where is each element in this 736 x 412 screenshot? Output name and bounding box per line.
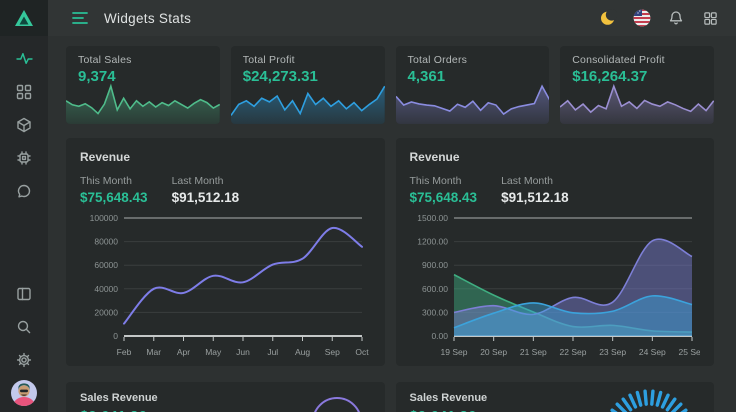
stat-title: Total Sales [78,54,208,66]
sidebar-item-packages[interactable] [0,108,48,141]
sidebar-item-dashboard[interactable] [0,75,48,108]
activity-icon [16,50,33,67]
stat-title: Total Orders [408,54,538,66]
sidebar-item-settings[interactable] [0,343,48,376]
svg-text:Jun: Jun [236,347,250,357]
sparkline-chart [231,82,385,124]
svg-text:600.00: 600.00 [422,284,448,294]
us-flag-icon [633,9,651,27]
sidebar-item-layout[interactable] [0,277,48,310]
language-selector[interactable] [632,8,652,28]
revenue-daily-card: Revenue This Month $75,648.43 Last Month… [396,138,715,366]
theme-toggle[interactable] [598,8,618,28]
stat-card-consolidated-profit: Consolidated Profit $16,264.37 [560,46,714,124]
svg-text:19 Sep: 19 Sep [440,347,467,357]
sidebar-item-messages[interactable] [0,174,48,207]
monthly-revenue-line-chart: 0 20000 40000 60000 80000 100000 Feb Mar Apr May J… [80,210,370,360]
svg-text:60000: 60000 [94,260,118,270]
app-logo[interactable] [0,0,48,36]
bell-icon [668,10,684,26]
stat-card-total-orders: Total Orders 4,361 [396,46,550,124]
revenue-monthly-card: Revenue This Month $75,648.43 Last Month… [66,138,385,366]
svg-text:40000: 40000 [94,284,118,294]
sidebar-item-activity[interactable] [0,42,48,75]
svg-text:24 Sep: 24 Sep [638,347,665,357]
notifications-button[interactable] [666,8,686,28]
sparkline-chart [66,82,220,124]
last-month-label: Last Month [172,175,240,187]
topbar-actions [598,8,720,28]
this-month-value: $75,648.43 [80,190,148,205]
svg-text:Sep: Sep [325,347,340,357]
tick-gauge-chart [594,386,704,412]
svg-text:900.00: 900.00 [422,260,448,270]
svg-text:Oct: Oct [355,347,369,357]
this-month-label: This Month [80,175,148,187]
last-month-label: Last Month [501,175,569,187]
svg-text:22 Sep: 22 Sep [559,347,586,357]
layout-panel-icon [16,286,32,302]
svg-text:Jul: Jul [267,347,278,357]
settings-gear-icon [16,352,32,368]
package-box-icon [16,117,32,133]
stat-title: Consolidated Profit [572,54,702,66]
user-avatar [11,380,37,406]
sidebar-nav-bottom [0,277,48,410]
svg-text:1500.00: 1500.00 [417,213,448,223]
apps-menu-button[interactable] [700,8,720,28]
stat-card-total-profit: Total Profit $24,273.31 [231,46,385,124]
svg-text:0.00: 0.00 [431,331,448,341]
sales-revenue-row: Sales Revenue $9,641.26 Sales Revenue $9… [66,382,714,412]
svg-text:23 Sep: 23 Sep [599,347,626,357]
revenue-stats: This Month $75,648.43 Last Month $91,512… [80,175,371,205]
sidebar-item-system[interactable] [0,141,48,174]
chat-bubble-icon [16,183,32,199]
apps-grid-icon [703,11,718,26]
svg-text:300.00: 300.00 [422,307,448,317]
cpu-chip-icon [16,150,32,166]
svg-text:Feb: Feb [117,347,132,357]
svg-text:Mar: Mar [146,347,161,357]
revenue-stats: This Month $75,648.43 Last Month $91,512… [410,175,701,205]
this-month-label: This Month [410,175,478,187]
last-month-value: $91,512.18 [172,190,240,205]
sidebar-item-search[interactable] [0,310,48,343]
menu-toggle[interactable] [72,11,90,25]
svg-text:20 Sep: 20 Sep [480,347,507,357]
svg-text:21 Sep: 21 Sep [519,347,546,357]
svg-text:1200.00: 1200.00 [417,237,448,247]
stat-card-total-sales: Total Sales 9,374 [66,46,220,124]
sidebar-user-profile[interactable] [0,376,48,410]
svg-text:Aug: Aug [295,347,310,357]
sidebar-nav-top [0,42,48,207]
sales-revenue-card-2: Sales Revenue $9,641.26 [396,382,715,412]
sparkline-chart [560,82,714,124]
svg-text:20000: 20000 [94,307,118,317]
search-icon [16,319,32,335]
card-title: Revenue [410,150,701,164]
svg-text:80000: 80000 [94,237,118,247]
sidebar [0,0,48,412]
svg-text:May: May [205,347,222,357]
sparkline-chart [396,82,550,124]
sales-revenue-card-1: Sales Revenue $9,641.26 [66,382,385,412]
moon-icon [599,9,617,27]
page-title: Widgets Stats [104,11,191,26]
last-month-value: $91,512.18 [501,190,569,205]
triangle-logo-icon [13,7,35,29]
hamburger-menu-icon [72,11,90,25]
svg-text:0: 0 [113,331,118,341]
main-content: Total Sales 9,374 Total Profit $24,273.3… [48,36,736,412]
svg-text:100000: 100000 [90,213,119,223]
stat-title: Total Profit [243,54,373,66]
this-month-value: $75,648.43 [410,190,478,205]
svg-text:Apr: Apr [177,347,190,357]
topbar: Widgets Stats [48,0,736,36]
revenue-cards-row: Revenue This Month $75,648.43 Last Month… [66,138,714,366]
card-title: Revenue [80,150,371,164]
stat-cards-row: Total Sales 9,374 Total Profit $24,273.3… [66,46,714,124]
svg-text:25 Sep: 25 Sep [678,347,699,357]
daily-revenue-area-chart: 0.00 300.00 600.00 900.00 1200.00 1500.00 19 S… [410,210,700,360]
dashboard-grid-icon [16,84,32,100]
